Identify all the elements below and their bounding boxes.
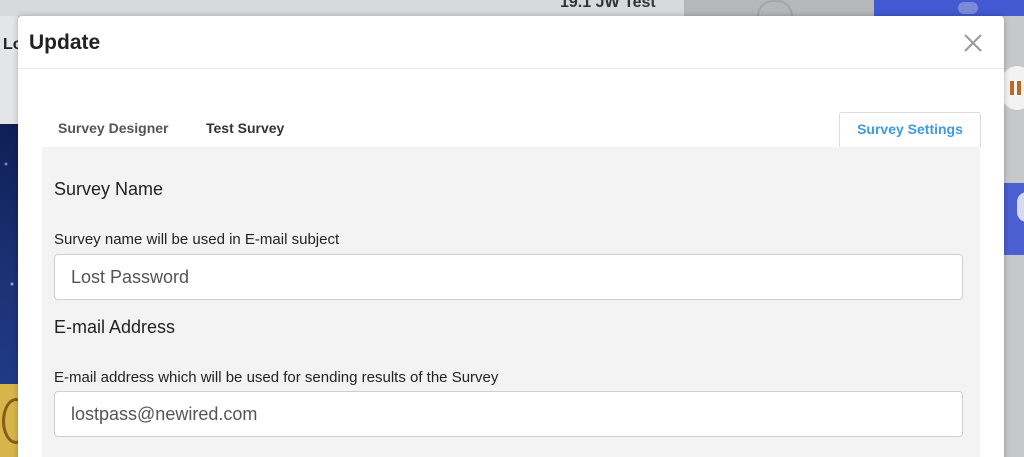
- email-address-title: E-mail Address: [54, 317, 176, 337]
- background-night-image: [0, 124, 18, 384]
- pause-icon: [1002, 66, 1024, 110]
- background-left-panel: [0, 16, 18, 124]
- modal-header: Update: [18, 16, 1004, 69]
- tab-survey-designer[interactable]: Survey Designer: [58, 112, 169, 147]
- tab-test-survey[interactable]: Test Survey: [206, 112, 284, 147]
- email-address-help: E-mail address which will be used for se…: [54, 369, 499, 386]
- survey-name-help: Survey name will be used in E-mail subje…: [54, 231, 340, 248]
- tab-bar: Survey Designer Test Survey Survey Setti…: [42, 112, 981, 147]
- background-blue-icon: [958, 2, 978, 14]
- survey-name-title: Survey Name: [54, 179, 164, 199]
- survey-name-input[interactable]: [54, 254, 963, 300]
- email-address-input[interactable]: [54, 391, 963, 437]
- close-icon: [964, 34, 982, 52]
- tab-survey-settings[interactable]: Survey Settings: [839, 112, 981, 147]
- close-button[interactable]: [960, 30, 986, 56]
- modal-title: Update: [29, 31, 101, 54]
- survey-settings-panel: Survey Name Survey name will be used in …: [42, 147, 980, 457]
- update-modal: Update Survey Designer Test Survey Surve…: [18, 16, 1004, 457]
- background-blue-panel: [874, 0, 1024, 16]
- background-bubble-icon: [1017, 192, 1024, 222]
- background-page-title: 19.1 JW Test: [560, 0, 656, 11]
